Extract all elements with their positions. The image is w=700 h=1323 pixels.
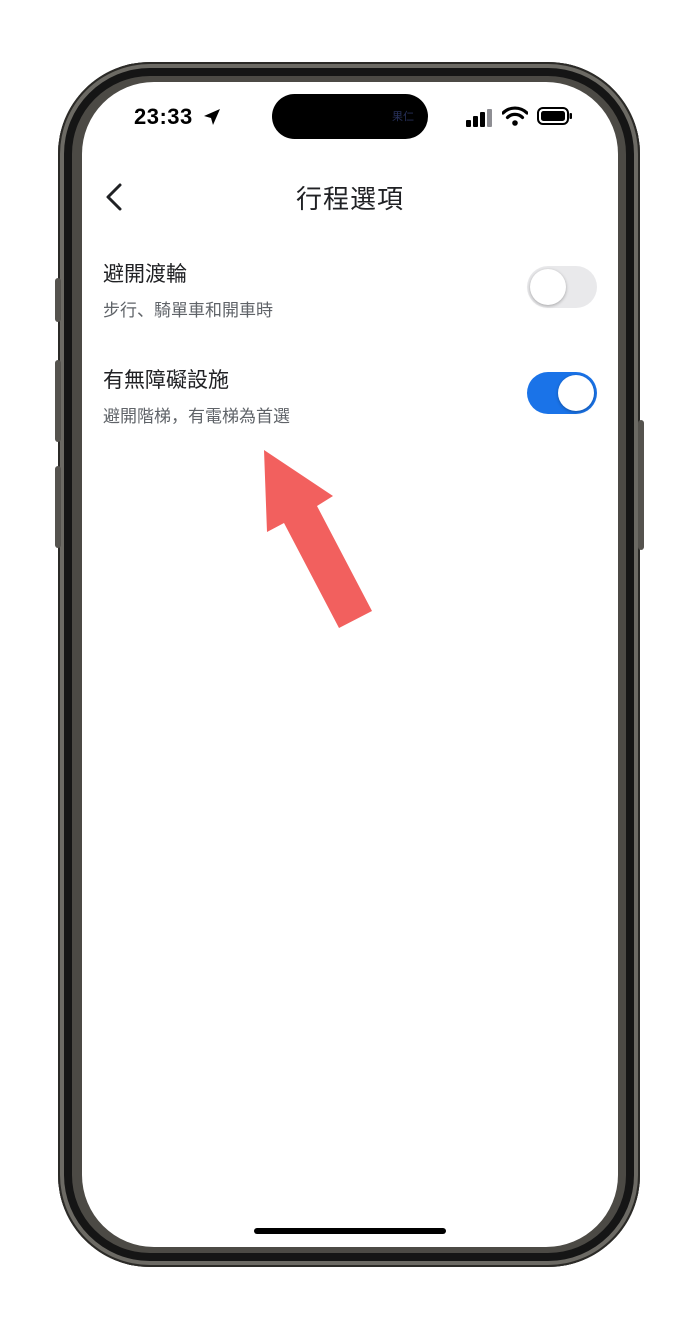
- annotation-arrow-icon: [264, 450, 372, 628]
